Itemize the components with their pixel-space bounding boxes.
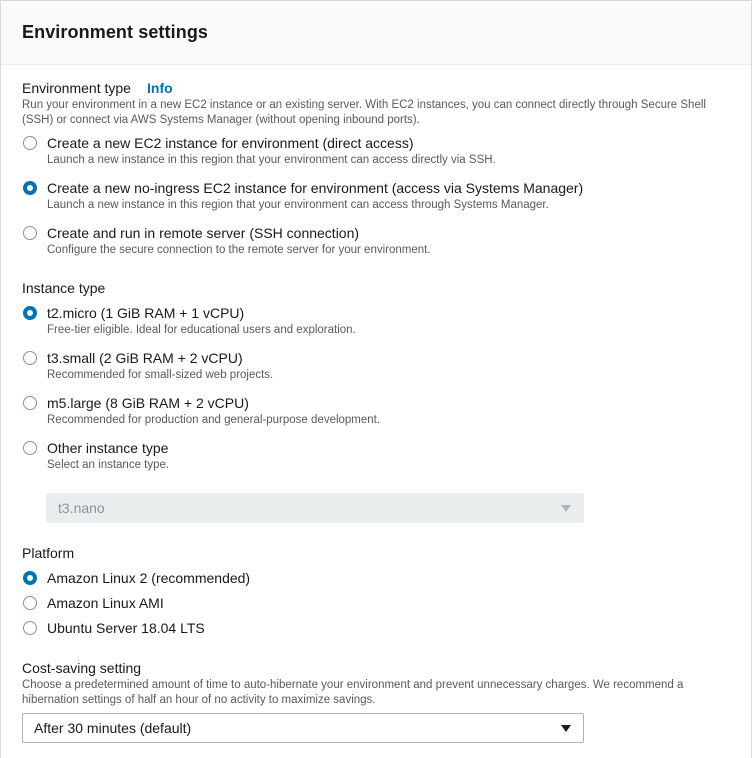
radio-platform-amazon-linux-ami[interactable]: Amazon Linux AMI (22, 595, 742, 615)
panel-header: Environment settings (1, 1, 751, 65)
radio-button[interactable] (23, 136, 37, 150)
radio-button[interactable] (23, 596, 37, 610)
radio-label: Other instance type (47, 440, 169, 456)
radio-description: Select an instance type. (47, 459, 170, 471)
environment-settings-panel: Environment settings Environment type In… (0, 0, 752, 758)
radio-instance-other[interactable]: Other instance type Select an instance t… (22, 440, 742, 476)
environment-type-description: Run your environment in a new EC2 instan… (22, 99, 706, 126)
radio-instance-t3-small[interactable]: t3.small (2 GiB RAM + 2 vCPU) Recommende… (22, 350, 742, 386)
radio-button[interactable] (23, 396, 37, 410)
cost-saving-select[interactable]: After 30 minutes (default) (22, 713, 584, 743)
radio-description: Launch a new instance in this region tha… (47, 199, 549, 211)
radio-button[interactable] (23, 181, 37, 195)
instance-type-label: Instance type (22, 280, 106, 296)
radio-button[interactable] (23, 571, 37, 585)
radio-description: Recommended for small-sized web projects… (47, 369, 274, 381)
radio-label: Ubuntu Server 18.04 LTS (47, 620, 205, 636)
cost-saving-label: Cost-saving setting (22, 660, 142, 676)
radio-button[interactable] (23, 621, 37, 635)
radio-label: Amazon Linux AMI (47, 595, 164, 611)
panel-title: Environment settings (22, 22, 209, 42)
radio-platform-amazon-linux-2[interactable]: Amazon Linux 2 (recommended) (22, 570, 742, 590)
radio-button[interactable] (23, 226, 37, 240)
radio-instance-m5-large[interactable]: m5.large (8 GiB RAM + 2 vCPU) Recommende… (22, 395, 742, 431)
radio-env-direct-access[interactable]: Create a new EC2 instance for environmen… (22, 135, 742, 171)
other-instance-type-select: t3.nano (46, 493, 584, 523)
radio-description: Launch a new instance in this region tha… (47, 154, 496, 166)
select-value: After 30 minutes (default) (34, 720, 192, 736)
radio-label: Amazon Linux 2 (recommended) (47, 570, 251, 586)
radio-instance-t2-micro[interactable]: t2.micro (1 GiB RAM + 1 vCPU) Free-tier … (22, 305, 742, 341)
radio-label: m5.large (8 GiB RAM + 2 vCPU) (47, 395, 249, 411)
radio-label: Create and run in remote server (SSH con… (47, 225, 360, 241)
platform-label: Platform (22, 545, 75, 561)
radio-label: Create a new EC2 instance for environmen… (47, 135, 414, 151)
radio-button[interactable] (23, 306, 37, 320)
radio-platform-ubuntu[interactable]: Ubuntu Server 18.04 LTS (22, 620, 742, 640)
radio-env-remote-server[interactable]: Create and run in remote server (SSH con… (22, 225, 742, 261)
radio-description: Configure the secure connection to the r… (47, 244, 431, 256)
radio-label: t3.small (2 GiB RAM + 2 vCPU) (47, 350, 243, 366)
select-value: t3.nano (58, 500, 105, 516)
caret-down-icon (561, 725, 571, 732)
radio-env-no-ingress[interactable]: Create a new no-ingress EC2 instance for… (22, 180, 742, 216)
radio-button[interactable] (23, 351, 37, 365)
radio-description: Free-tier eligible. Ideal for educationa… (47, 324, 356, 336)
radio-label: t2.micro (1 GiB RAM + 1 vCPU) (47, 305, 245, 321)
radio-label: Create a new no-ingress EC2 instance for… (47, 180, 584, 196)
radio-button[interactable] (23, 441, 37, 455)
environment-type-info-link[interactable]: Info (147, 80, 173, 96)
radio-description: Recommended for production and general-p… (47, 414, 381, 426)
caret-down-icon (561, 505, 571, 512)
cost-saving-description: Choose a predetermined amount of time to… (22, 679, 684, 706)
environment-type-label: Environment type (22, 80, 131, 96)
